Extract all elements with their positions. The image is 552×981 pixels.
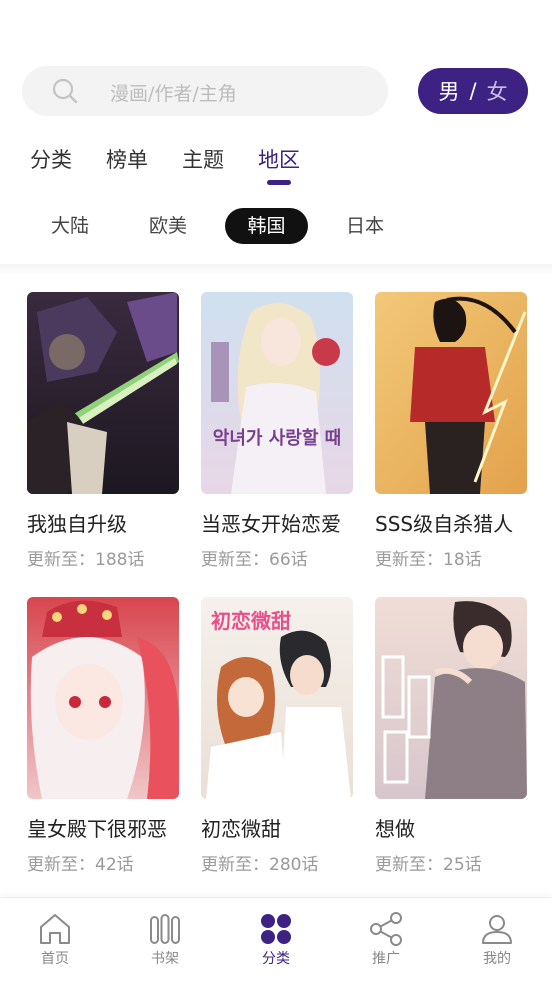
home-icon <box>40 914 70 944</box>
bookshelf-icon <box>150 914 180 944</box>
active-tab-indicator <box>267 180 291 185</box>
comic-cover[interactable]: 악녀가 사랑할 때 <box>201 292 353 494</box>
comic-update-info: 更新至：280话 <box>201 855 319 875</box>
comic-cover[interactable] <box>375 292 527 494</box>
gender-separator: / <box>469 79 477 103</box>
comic-update-info: 更新至：18话 <box>375 550 482 570</box>
nav-profile[interactable]: 我的 <box>442 898 552 981</box>
gender-female[interactable]: 女 <box>487 76 508 106</box>
comic-update-info: 更新至：25话 <box>375 855 482 875</box>
region-japan[interactable]: 日本 <box>335 208 395 244</box>
profile-icon <box>482 915 512 944</box>
comic-cover[interactable] <box>27 597 179 799</box>
tab-label: 榜单 <box>106 148 148 172</box>
comic-cover[interactable] <box>27 292 179 494</box>
comic-card[interactable]: SSS级自杀猎人 更新至：18话 <box>375 292 527 570</box>
comic-card[interactable]: 想做 更新至：25话 <box>375 597 527 875</box>
comic-cover[interactable] <box>375 597 527 799</box>
nav-label: 分类 <box>262 951 290 967</box>
search-row: 漫画/作者/主角 男 / 女 <box>22 66 530 116</box>
nav-label: 我的 <box>483 951 511 967</box>
section-divider <box>0 264 552 276</box>
nav-label: 书架 <box>151 951 179 967</box>
comic-title: 想做 <box>375 817 415 841</box>
gender-toggle[interactable]: 男 / 女 <box>418 68 528 114</box>
region-mainland[interactable]: 大陆 <box>40 208 100 244</box>
tab-region[interactable]: 地区 <box>258 144 300 185</box>
comic-card[interactable]: 皇女殿下很邪恶 更新至：42话 <box>27 597 179 875</box>
search-placeholder: 漫画/作者/主角 <box>110 83 237 105</box>
region-western[interactable]: 欧美 <box>138 208 198 244</box>
tab-category[interactable]: 分类 <box>30 144 72 184</box>
comic-cover-text: 初恋微甜 <box>211 609 291 633</box>
region-filter: 大陆 欧美 韩国 日本 <box>0 208 552 246</box>
tab-label: 分类 <box>30 148 72 172</box>
nav-category[interactable]: 分类 <box>221 898 331 981</box>
nav-home[interactable]: 首页 <box>0 898 110 981</box>
tab-label: 主题 <box>182 148 224 172</box>
tab-ranking[interactable]: 榜单 <box>106 144 148 184</box>
comic-title: 皇女殿下很邪恶 <box>27 817 167 841</box>
comic-card[interactable]: 我独自升级 更新至：188话 <box>27 292 179 570</box>
search-input[interactable]: 漫画/作者/主角 <box>22 66 388 116</box>
comic-cover[interactable]: 初恋微甜 <box>201 597 353 799</box>
nav-bookshelf[interactable]: 书架 <box>110 898 220 981</box>
comic-card[interactable]: 初恋微甜 初恋微甜 更新至：280话 <box>201 597 353 875</box>
bottom-navigation: 首页 书架 分类 推广 我的 <box>0 897 552 981</box>
comic-title: 初恋微甜 <box>201 817 281 841</box>
comic-card[interactable]: 악녀가 사랑할 때 当恶女开始恋爱 更新至：66话 <box>201 292 353 570</box>
search-icon <box>52 78 78 104</box>
comic-title: SSS级自杀猎人 <box>375 512 514 536</box>
nav-label: 首页 <box>41 951 69 967</box>
nav-share[interactable]: 推广 <box>331 898 441 981</box>
comic-update-info: 更新至：188话 <box>27 550 145 570</box>
comic-title: 我独自升级 <box>27 512 127 536</box>
category-tabs: 分类 榜单 主题 地区 <box>30 144 334 185</box>
share-icon <box>370 912 402 946</box>
comic-update-info: 更新至：42话 <box>27 855 134 875</box>
tab-theme[interactable]: 主题 <box>182 144 224 184</box>
region-korea[interactable]: 韩国 <box>225 208 308 244</box>
gender-male[interactable]: 男 <box>438 76 459 106</box>
comic-update-info: 更新至：66话 <box>201 550 308 570</box>
category-icon <box>261 914 291 944</box>
comic-title: 当恶女开始恋爱 <box>201 512 341 536</box>
comic-cover-text: 악녀가 사랑할 때 <box>212 428 342 449</box>
nav-label: 推广 <box>372 951 400 967</box>
tab-label: 地区 <box>258 148 300 172</box>
